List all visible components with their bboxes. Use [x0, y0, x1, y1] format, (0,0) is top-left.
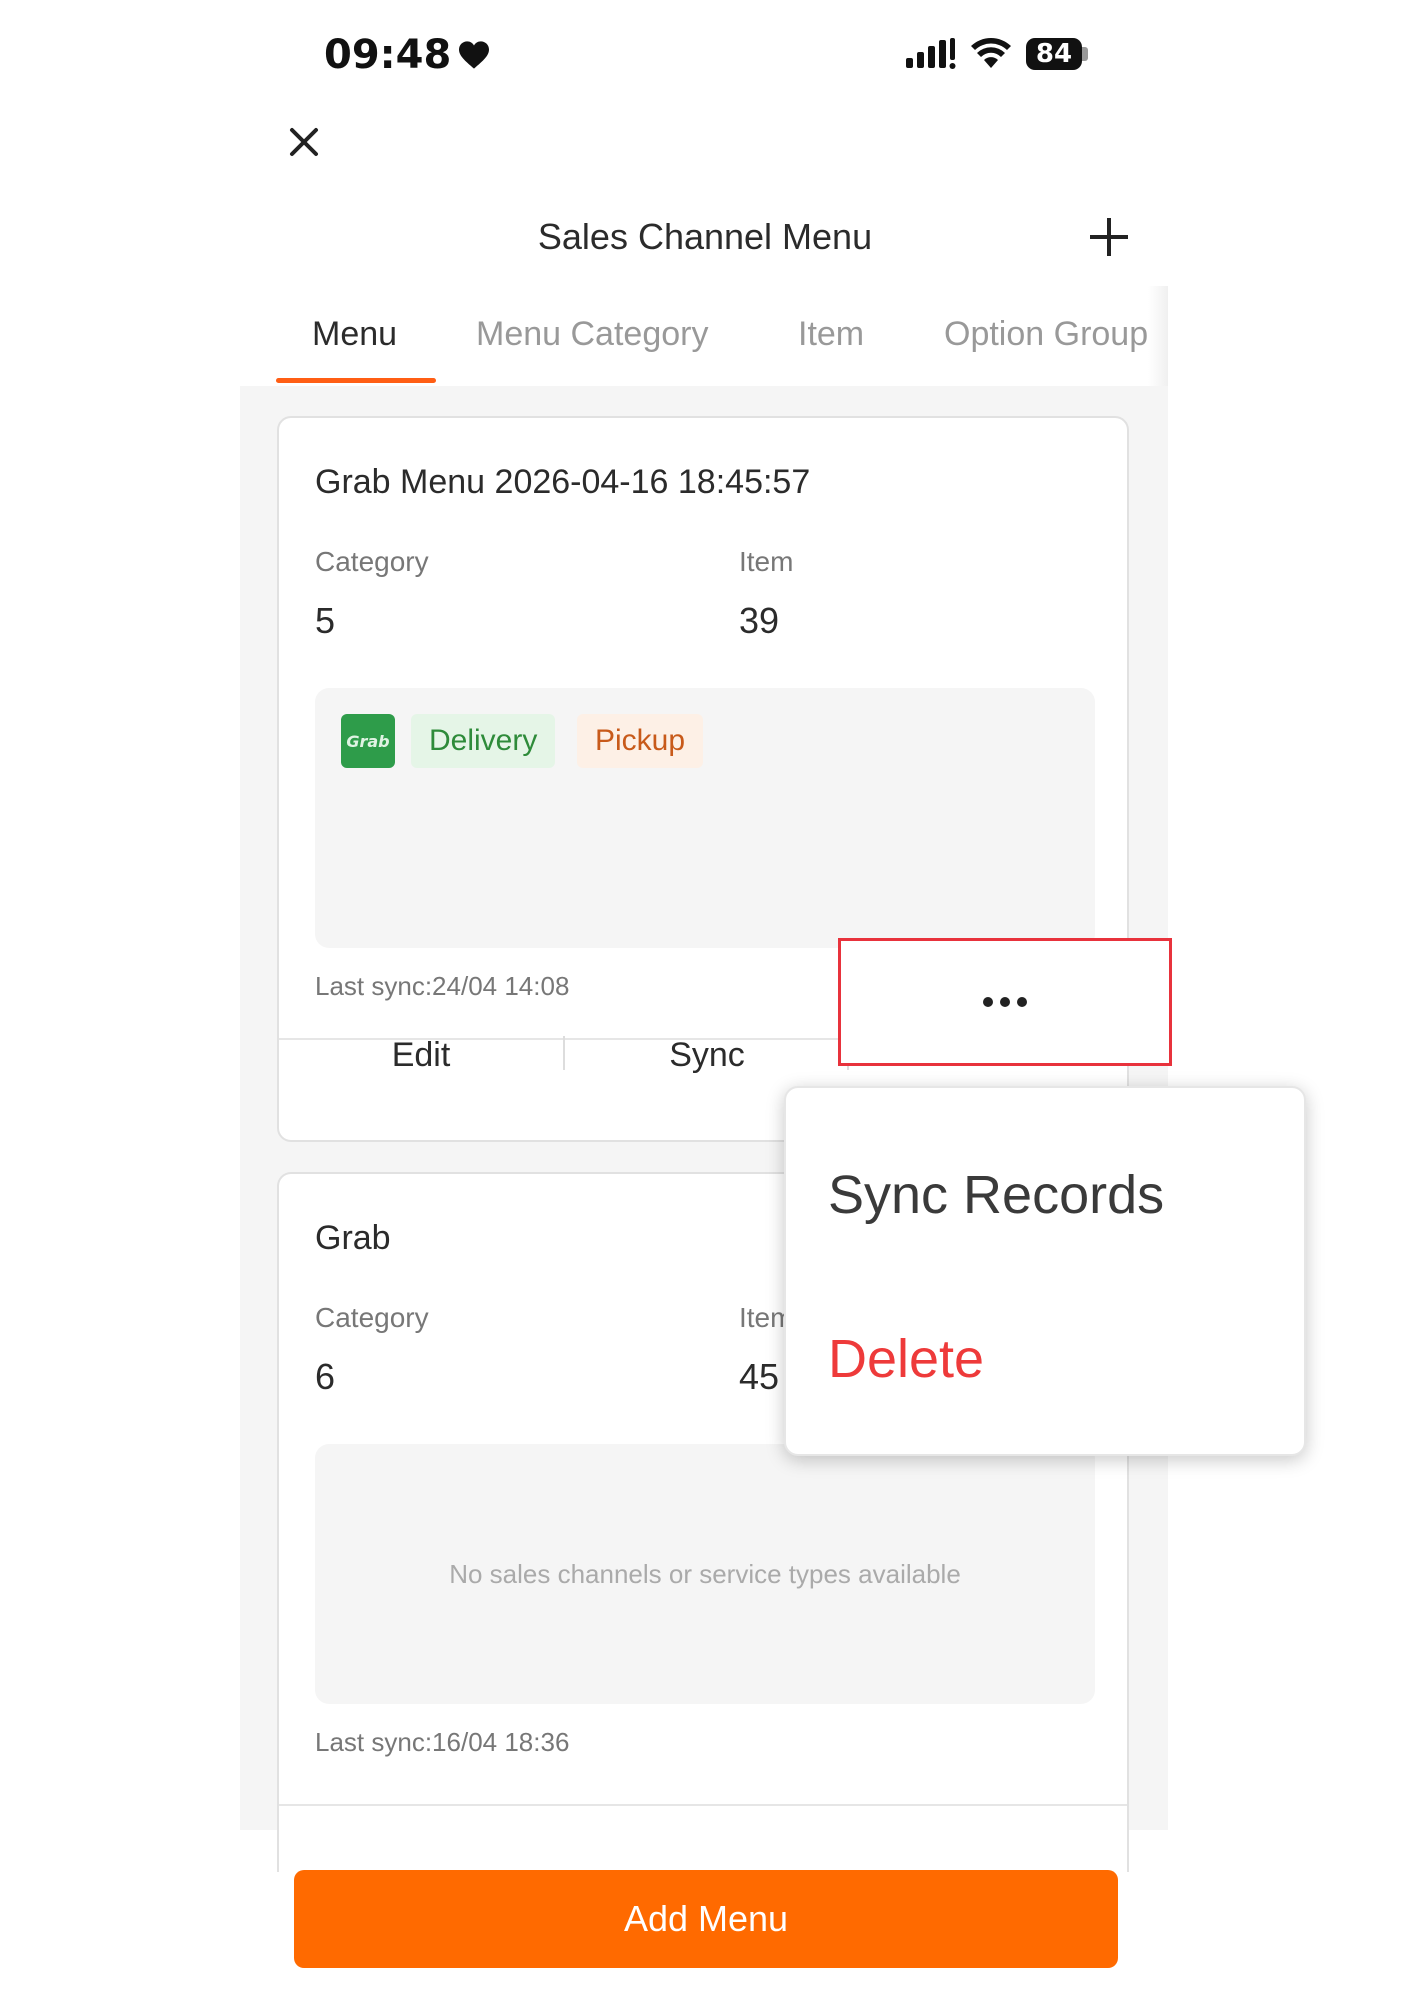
tab-menu-category[interactable]: Menu Category: [476, 312, 708, 356]
category-count: 6: [315, 1356, 336, 1397]
last-sync-text: Last sync:16/04 18:36: [315, 1727, 570, 1757]
tab-scroll-fade: [1148, 286, 1168, 386]
item-count: 39: [739, 600, 780, 641]
last-sync-text: Last sync:24/04 14:08: [315, 971, 570, 1001]
delivery-tag: Delivery: [411, 714, 556, 768]
close-button[interactable]: [284, 122, 324, 162]
empty-channels-message: No sales channels or service types avail…: [449, 1559, 961, 1589]
status-time-text: 09:48: [324, 32, 452, 78]
item-count: 45: [739, 1356, 780, 1397]
tab-menu[interactable]: Menu: [312, 312, 397, 356]
status-bar-time: 09:48: [324, 30, 491, 80]
add-menu-button[interactable]: Add Menu: [294, 1870, 1118, 1968]
tab-option-group[interactable]: Option Group: [944, 312, 1148, 356]
battery-level: 84: [1026, 38, 1082, 70]
channel-box: Grab Delivery Pickup: [315, 688, 1095, 948]
active-tab-indicator: [276, 378, 436, 383]
menu-card-title: Grab: [315, 1219, 391, 1257]
grab-logo: Grab: [341, 714, 395, 768]
wifi-icon: [971, 38, 1011, 68]
sync-records-menu-item[interactable]: Sync Records: [828, 1162, 1164, 1228]
highlighted-more-button[interactable]: [838, 938, 1172, 1066]
close-icon[interactable]: [289, 127, 319, 157]
tab-bar: Menu Menu Category Item Option Group: [240, 286, 1168, 386]
add-button[interactable]: [1084, 212, 1134, 262]
more-dots-icon[interactable]: [983, 997, 1027, 1007]
edit-button[interactable]: Edit: [279, 1030, 563, 1080]
channel-box: No sales channels or service types avail…: [315, 1444, 1095, 1704]
tab-item[interactable]: Item: [798, 312, 864, 356]
pickup-tag: Pickup: [577, 714, 704, 768]
delete-menu-item[interactable]: Delete: [828, 1326, 984, 1392]
status-bar-indicators: 84: [906, 36, 1088, 72]
plus-icon[interactable]: [1088, 216, 1130, 258]
sync-button[interactable]: Sync: [565, 1030, 849, 1080]
more-options-popup: Sync Records Delete: [784, 1086, 1306, 1456]
card-divider: [279, 1804, 1127, 1806]
heart-icon: [459, 41, 490, 69]
page-title: Sales Channel Menu: [537, 216, 873, 257]
battery-icon: 84: [1026, 38, 1088, 70]
menu-card-title: Grab Menu 2026-04-16 18:45:57: [315, 463, 811, 501]
item-label: Item: [739, 546, 794, 577]
category-label: Category: [315, 546, 429, 577]
category-count: 5: [315, 600, 336, 641]
category-label: Category: [315, 1302, 429, 1333]
cellular-signal-icon: [906, 38, 956, 69]
